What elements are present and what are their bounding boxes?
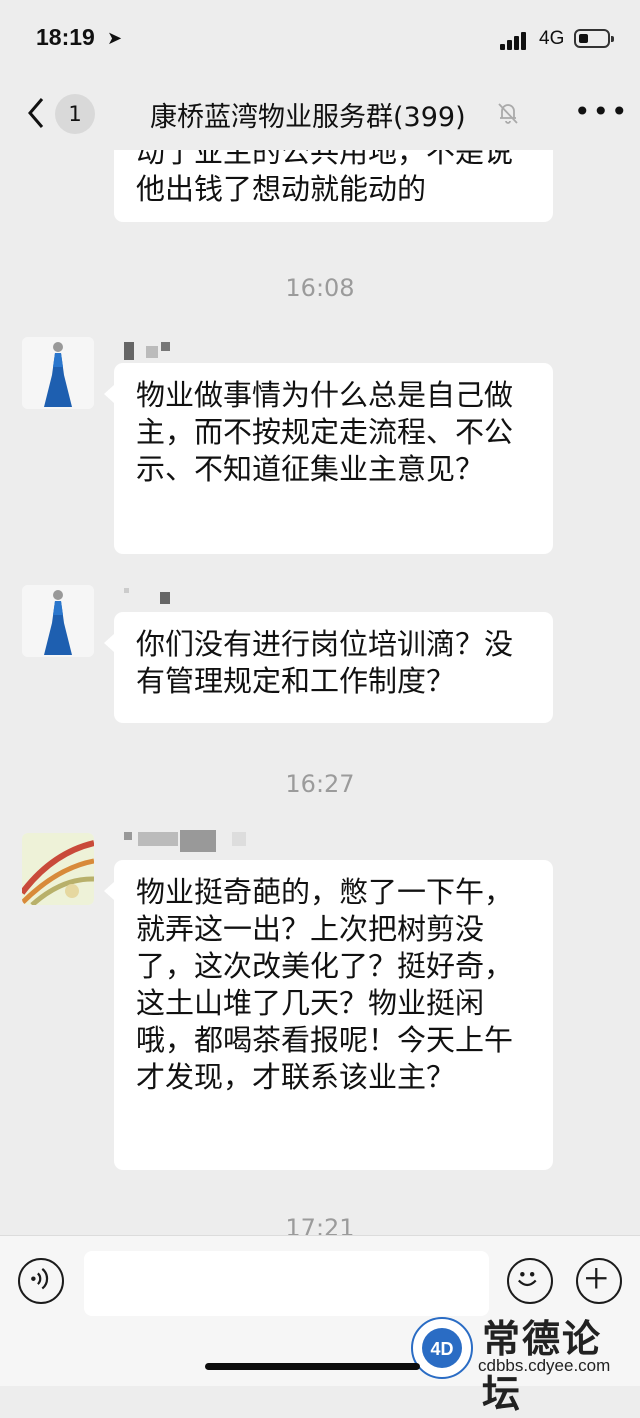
message-bubble[interactable]: 物业挺奇葩的，憋了一下午，就弄这一出？上次把树剪没了，这次改美化了？挺好奇，这土… — [104, 860, 553, 1170]
forum-logo: 4D — [410, 1316, 474, 1380]
message-text: 动了业主的公共用地，不是说他出钱了想动就能动的 — [136, 150, 514, 206]
unread-count-badge[interactable]: 1 — [55, 94, 95, 134]
message-bubble[interactable]: 物业做事情为什么总是自己做主，而不按规定走流程、不公示、不知道征集业主意见？ — [104, 363, 553, 554]
message-input[interactable] — [84, 1251, 489, 1316]
back-chevron-icon[interactable] — [22, 93, 52, 133]
plus-icon[interactable] — [576, 1258, 622, 1304]
status-time: 18:19 — [36, 24, 95, 50]
watermark-url: cdbbs.cdyee.com — [478, 1356, 611, 1375]
signal-icon — [500, 30, 532, 50]
avatar[interactable] — [22, 337, 94, 409]
home-indicator — [205, 1363, 420, 1370]
emoji-icon[interactable] — [507, 1258, 553, 1304]
chat-title: 康桥蓝湾物业服务群(399) — [150, 102, 466, 133]
message-list[interactable]: 动了业主的公共用地，不是说他出钱了想动就能动的 16:08 物业做事情为什么总是… — [0, 150, 640, 1235]
battery-icon — [574, 29, 614, 48]
message-bubble[interactable]: 动了业主的公共用地，不是说他出钱了想动就能动的 — [114, 150, 553, 222]
message-text: 你们没有进行岗位培训滴？没有管理规定和工作制度？ — [136, 627, 514, 698]
input-bar: 4D 常德论坛 cdbbs.cdyee.com — [0, 1235, 640, 1416]
svg-text:4D: 4D — [430, 1339, 453, 1359]
mute-bell-icon — [495, 100, 521, 126]
message-text: 物业做事情为什么总是自己做主，而不按规定走流程、不公示、不知道征集业主意见？ — [136, 378, 514, 486]
message-time: 16:08 — [285, 274, 355, 302]
location-arrow-icon: ➤ — [107, 28, 123, 49]
message-time: 16:27 — [285, 770, 355, 798]
avatar[interactable] — [22, 833, 94, 905]
message-text: 物业挺奇葩的，憋了一下午，就弄这一出？上次把树剪没了，这次改美化了？挺好奇，这土… — [136, 875, 514, 1094]
chat-header: 1 康桥蓝湾物业服务群(399) ••• — [0, 80, 640, 150]
voice-icon[interactable] — [18, 1258, 64, 1304]
network-type: 4G — [539, 28, 565, 49]
status-bar: 18:19 ➤ 4G — [0, 0, 640, 80]
more-icon[interactable]: ••• — [574, 98, 628, 126]
avatar[interactable] — [22, 585, 94, 657]
message-time: 17:21 — [285, 1214, 355, 1235]
message-bubble[interactable]: 你们没有进行岗位培训滴？没有管理规定和工作制度？ — [104, 612, 553, 723]
